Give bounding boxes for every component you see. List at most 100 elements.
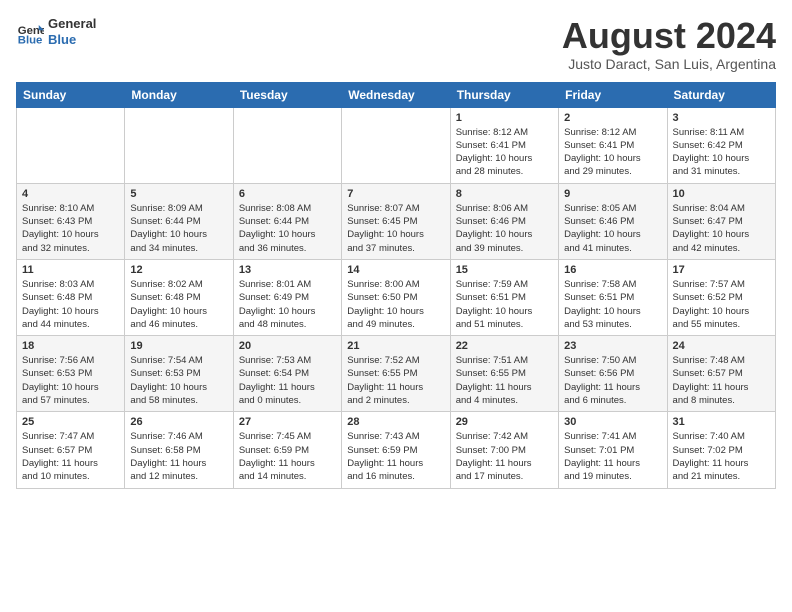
day-info: Sunrise: 8:07 AM Sunset: 6:45 PM Dayligh…	[347, 202, 444, 255]
day-info: Sunrise: 7:57 AM Sunset: 6:52 PM Dayligh…	[673, 278, 770, 331]
week-row: 11 Sunrise: 8:03 AM Sunset: 6:48 PM Dayli…	[17, 259, 776, 335]
day-info: Sunrise: 7:53 AM Sunset: 6:54 PM Dayligh…	[239, 354, 336, 407]
day-info: Sunrise: 7:54 AM Sunset: 6:53 PM Dayligh…	[130, 354, 227, 407]
day-cell: 10Sunrise: 8:04 AM Sunset: 6:47 PM Dayli…	[667, 183, 775, 259]
day-number: 14	[347, 264, 444, 276]
day-number: 13	[239, 264, 336, 276]
day-info: Sunrise: 7:50 AM Sunset: 6:56 PM Dayligh…	[564, 354, 661, 407]
day-info: Sunrise: 7:43 AM Sunset: 6:59 PM Dayligh…	[347, 430, 444, 483]
day-info: Sunrise: 8:10 AM Sunset: 6:43 PM Dayligh…	[22, 202, 119, 255]
weekday-header: Thursday	[450, 82, 558, 107]
day-info: Sunrise: 8:12 AM Sunset: 6:41 PM Dayligh…	[564, 126, 661, 179]
page-header: General Blue General Blue August 2024 Ju…	[16, 16, 776, 72]
calendar-header: SundayMondayTuesdayWednesdayThursdayFrid…	[17, 82, 776, 107]
day-info: Sunrise: 8:00 AM Sunset: 6:50 PM Dayligh…	[347, 278, 444, 331]
logo-text: General Blue	[48, 16, 96, 47]
weekday-header: Wednesday	[342, 82, 450, 107]
day-info: Sunrise: 7:45 AM Sunset: 6:59 PM Dayligh…	[239, 430, 336, 483]
day-cell: 14 Sunrise: 8:00 AM Sunset: 6:50 PM Dayli…	[342, 259, 450, 335]
day-number: 11	[22, 264, 119, 276]
day-info: Sunrise: 8:02 AM Sunset: 6:48 PM Dayligh…	[130, 278, 227, 331]
day-cell: 13Sunrise: 8:01 AM Sunset: 6:49 PM Dayli…	[233, 259, 341, 335]
day-cell: 28 Sunrise: 7:43 AM Sunset: 6:59 PM Dayli…	[342, 412, 450, 488]
day-cell: 19 Sunrise: 7:54 AM Sunset: 6:53 PM Dayli…	[125, 336, 233, 412]
day-info: Sunrise: 7:52 AM Sunset: 6:55 PM Dayligh…	[347, 354, 444, 407]
day-cell: 2 Sunrise: 8:12 AM Sunset: 6:41 PM Daylig…	[559, 107, 667, 183]
day-number: 1	[456, 112, 553, 124]
week-row: 4 Sunrise: 8:10 AM Sunset: 6:43 PM Daylig…	[17, 183, 776, 259]
location: Justo Daract, San Luis, Argentina	[562, 56, 776, 72]
weekday-header: Tuesday	[233, 82, 341, 107]
day-cell: 4 Sunrise: 8:10 AM Sunset: 6:43 PM Daylig…	[17, 183, 125, 259]
day-cell: 15Sunrise: 7:59 AM Sunset: 6:51 PM Dayli…	[450, 259, 558, 335]
day-cell: 18 Sunrise: 7:56 AM Sunset: 6:53 PM Dayli…	[17, 336, 125, 412]
day-number: 4	[22, 188, 119, 200]
day-info: Sunrise: 8:11 AM Sunset: 6:42 PM Dayligh…	[673, 126, 770, 179]
day-info: Sunrise: 8:05 AM Sunset: 6:46 PM Dayligh…	[564, 202, 661, 255]
day-number: 6	[239, 188, 336, 200]
calendar-table: SundayMondayTuesdayWednesdayThursdayFrid…	[16, 82, 776, 489]
day-cell: 20 Sunrise: 7:53 AM Sunset: 6:54 PM Dayli…	[233, 336, 341, 412]
day-cell: 21 Sunrise: 7:52 AM Sunset: 6:55 PM Dayli…	[342, 336, 450, 412]
day-cell: 24Sunrise: 7:48 AM Sunset: 6:57 PM Dayli…	[667, 336, 775, 412]
day-info: Sunrise: 8:09 AM Sunset: 6:44 PM Dayligh…	[130, 202, 227, 255]
day-cell: 16 Sunrise: 7:58 AM Sunset: 6:51 PM Dayli…	[559, 259, 667, 335]
day-number: 23	[564, 340, 661, 352]
day-number: 5	[130, 188, 227, 200]
logo-line2: Blue	[48, 32, 96, 48]
day-cell: 7Sunrise: 8:07 AM Sunset: 6:45 PM Daylig…	[342, 183, 450, 259]
logo-line1: General	[48, 16, 96, 32]
day-info: Sunrise: 7:46 AM Sunset: 6:58 PM Dayligh…	[130, 430, 227, 483]
day-number: 19	[130, 340, 227, 352]
day-cell: 22 Sunrise: 7:51 AM Sunset: 6:55 PM Dayli…	[450, 336, 558, 412]
logo: General Blue General Blue	[16, 16, 96, 47]
day-cell: 17 Sunrise: 7:57 AM Sunset: 6:52 PM Dayli…	[667, 259, 775, 335]
day-cell: 30Sunrise: 7:41 AM Sunset: 7:01 PM Dayli…	[559, 412, 667, 488]
weekday-header: Monday	[125, 82, 233, 107]
day-number: 22	[456, 340, 553, 352]
day-number: 2	[564, 112, 661, 124]
day-number: 17	[673, 264, 770, 276]
day-number: 20	[239, 340, 336, 352]
day-number: 10	[673, 188, 770, 200]
day-number: 25	[22, 416, 119, 428]
day-info: Sunrise: 8:03 AM Sunset: 6:48 PM Dayligh…	[22, 278, 119, 331]
day-cell: 31 Sunrise: 7:40 AM Sunset: 7:02 PM Dayli…	[667, 412, 775, 488]
day-cell	[233, 107, 341, 183]
day-cell: 9 Sunrise: 8:05 AM Sunset: 6:46 PM Daylig…	[559, 183, 667, 259]
day-info: Sunrise: 7:51 AM Sunset: 6:55 PM Dayligh…	[456, 354, 553, 407]
day-number: 15	[456, 264, 553, 276]
week-row: 1 Sunrise: 8:12 AM Sunset: 6:41 PM Daylig…	[17, 107, 776, 183]
day-info: Sunrise: 7:40 AM Sunset: 7:02 PM Dayligh…	[673, 430, 770, 483]
day-info: Sunrise: 7:48 AM Sunset: 6:57 PM Dayligh…	[673, 354, 770, 407]
day-number: 28	[347, 416, 444, 428]
day-cell: 27 Sunrise: 7:45 AM Sunset: 6:59 PM Dayli…	[233, 412, 341, 488]
day-info: Sunrise: 7:58 AM Sunset: 6:51 PM Dayligh…	[564, 278, 661, 331]
week-row: 18 Sunrise: 7:56 AM Sunset: 6:53 PM Dayli…	[17, 336, 776, 412]
day-number: 9	[564, 188, 661, 200]
day-number: 30	[564, 416, 661, 428]
day-number: 21	[347, 340, 444, 352]
day-number: 31	[673, 416, 770, 428]
day-cell: 25 Sunrise: 7:47 AM Sunset: 6:57 PM Dayli…	[17, 412, 125, 488]
svg-text:Blue: Blue	[18, 34, 43, 46]
day-number: 29	[456, 416, 553, 428]
weekday-header: Sunday	[17, 82, 125, 107]
day-info: Sunrise: 8:12 AM Sunset: 6:41 PM Dayligh…	[456, 126, 553, 179]
day-number: 18	[22, 340, 119, 352]
day-cell	[342, 107, 450, 183]
day-number: 26	[130, 416, 227, 428]
day-cell	[125, 107, 233, 183]
day-number: 27	[239, 416, 336, 428]
day-number: 16	[564, 264, 661, 276]
day-cell	[17, 107, 125, 183]
day-number: 12	[130, 264, 227, 276]
day-number: 3	[673, 112, 770, 124]
day-info: Sunrise: 7:47 AM Sunset: 6:57 PM Dayligh…	[22, 430, 119, 483]
day-cell: 1 Sunrise: 8:12 AM Sunset: 6:41 PM Daylig…	[450, 107, 558, 183]
logo-icon: General Blue	[16, 18, 44, 46]
weekday-header: Saturday	[667, 82, 775, 107]
day-info: Sunrise: 7:56 AM Sunset: 6:53 PM Dayligh…	[22, 354, 119, 407]
calendar-body: 1 Sunrise: 8:12 AM Sunset: 6:41 PM Daylig…	[17, 107, 776, 488]
day-cell: 12 Sunrise: 8:02 AM Sunset: 6:48 PM Dayli…	[125, 259, 233, 335]
